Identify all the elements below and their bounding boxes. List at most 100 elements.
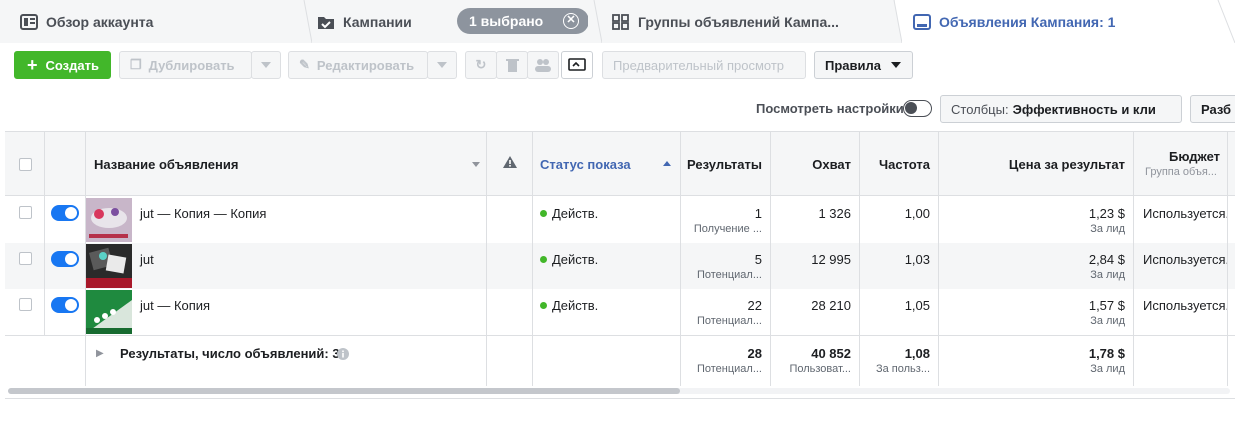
ad-thumbnail (85, 244, 132, 288)
row-checkbox[interactable] (19, 298, 32, 311)
columns-value: Эффективность и кли (1012, 101, 1156, 117)
ad-name[interactable]: jut — Копия (140, 298, 210, 313)
chevron-down-icon (261, 62, 271, 68)
table-row[interactable]: jut — Копия — Копия Действ. 1 Получение … (5, 197, 1235, 243)
divider (5, 398, 1235, 399)
expand-arrow-icon[interactable]: ▶ (96, 348, 104, 359)
results-type: Получение ... (693, 223, 762, 235)
delivery-toggle[interactable] (51, 205, 79, 221)
header-cost-per-result[interactable]: Цена за результат (939, 157, 1125, 172)
cost-value: 1,57 $ (1088, 298, 1125, 313)
people-icon (535, 59, 551, 72)
select-all-checkbox[interactable] (19, 158, 32, 171)
results-type: Потенциал... (696, 315, 762, 327)
reach-value: 28 210 (811, 298, 851, 313)
tab-label: Группы объявлений Кампа... (638, 13, 839, 30)
header-budget[interactable]: Бюджет (1134, 149, 1220, 164)
tab-divider (588, 0, 602, 43)
status-text: Действ. (552, 206, 599, 221)
ad-thumbnail (85, 198, 132, 242)
ad-icon (913, 13, 931, 30)
reach-value: 12 995 (811, 252, 851, 267)
refresh-icon: ↻ (475, 57, 487, 72)
delivery-toggle[interactable] (51, 297, 79, 313)
column-divider (1227, 132, 1228, 386)
chevron-down-icon (891, 62, 901, 68)
duplicate-dropdown-button[interactable] (251, 51, 281, 79)
header-frequency[interactable]: Частота (860, 157, 930, 172)
tab-divider (1208, 0, 1235, 43)
delivery-status: Действ. (540, 298, 598, 313)
ads-table: Название объявления Статус показа Резуль… (5, 131, 1235, 386)
audience-button[interactable] (527, 51, 559, 79)
sort-arrow-icon[interactable] (663, 161, 671, 166)
cost-value: 1,23 $ (1088, 206, 1125, 221)
row-checkbox[interactable] (19, 252, 32, 265)
tab-label: Кампании (343, 13, 412, 30)
ab-test-button[interactable] (561, 51, 593, 79)
tab-label: Обзор аккаунта (46, 13, 154, 30)
tab-ad-sets[interactable]: Группы объявлений Кампа... (595, 0, 895, 43)
dashboard-icon (20, 13, 38, 30)
breakdown-button[interactable]: Разб (1190, 95, 1235, 123)
tab-divider (888, 0, 902, 43)
column-divider (680, 132, 681, 386)
delivery-toggle[interactable] (51, 251, 79, 267)
view-settings-toggle[interactable] (903, 100, 932, 117)
row-checkbox[interactable] (19, 206, 32, 219)
rules-button[interactable]: Правила (814, 51, 913, 79)
delete-button[interactable] (496, 51, 528, 79)
preview-button[interactable]: Предварительный просмотр (602, 51, 806, 79)
scrollbar-thumb[interactable] (8, 388, 680, 394)
results-type: Потенциал... (696, 269, 762, 281)
duplicate-button[interactable]: ❐ Дублировать (119, 51, 252, 79)
sort-arrow-icon[interactable] (472, 162, 480, 167)
frequency-value: 1,00 (904, 206, 930, 221)
summary-row: ▶ Результаты, число объявлений: 3 28 Пот… (5, 335, 1235, 386)
cost-unit: За лид (1090, 223, 1125, 235)
budget-value: Используется... (1143, 298, 1229, 313)
ad-name[interactable]: jut — Копия — Копия (140, 206, 266, 221)
results-value: 1 (754, 206, 762, 221)
tab-ads[interactable]: Объявления Кампания: 1 (895, 0, 1235, 43)
columns-prefix: Столбцы: (951, 101, 1009, 117)
edit-dropdown-button[interactable] (427, 51, 457, 79)
edit-button[interactable]: ✎ Редактировать (288, 51, 428, 79)
total-results-type: Потенциал... (696, 363, 762, 375)
status-dot (540, 302, 547, 309)
selected-pill[interactable]: 1 выбрано ✕ (457, 8, 589, 34)
tab-account-overview[interactable]: Обзор аккаунта (0, 0, 305, 43)
table-row[interactable]: jut Действ. 5 Потенциал... 12 995 1,03 2… (5, 243, 1235, 289)
total-frequency: 1,08 (904, 346, 930, 361)
info-icon[interactable] (337, 348, 349, 360)
create-label: Создать (45, 57, 99, 73)
budget-value: Используется... (1143, 252, 1229, 267)
edit-label: Редактировать (316, 57, 415, 73)
clear-selection-icon[interactable]: ✕ (563, 13, 579, 29)
column-divider (859, 132, 860, 386)
cost-value: 2,84 $ (1088, 252, 1125, 267)
results-value: 22 (747, 298, 762, 313)
total-frequency-type: За польз... (875, 363, 930, 375)
columns-button[interactable]: Столбцы: Эффективность и кли (940, 95, 1182, 123)
table-row[interactable]: jut — Копия Действ. 22 Потенциал... 28 2… (5, 289, 1235, 335)
preview-label: Предварительный просмотр (613, 57, 785, 73)
summary-label: Результаты, число объявлений: 3 (120, 346, 340, 361)
header-reach[interactable]: Охват (771, 157, 851, 172)
total-cost: 1,78 $ (1088, 346, 1125, 361)
budget-value: Используется... (1143, 206, 1229, 221)
create-button[interactable]: + Создать (14, 51, 111, 79)
header-budget-sub: Группа объя... (1145, 166, 1217, 178)
frequency-value: 1,03 (904, 252, 930, 267)
ad-thumbnail (85, 290, 132, 334)
header-name[interactable]: Название объявления (94, 157, 238, 172)
header-results[interactable]: Результаты (681, 157, 762, 172)
column-divider (85, 132, 86, 386)
refresh-button[interactable]: ↻ (465, 51, 497, 79)
level-tabs: Обзор аккаунта Кампании 1 выбрано ✕ Груп… (0, 0, 1235, 43)
ad-name[interactable]: jut (140, 252, 154, 267)
results-value: 5 (754, 252, 762, 267)
column-divider (938, 132, 939, 386)
tab-label: Объявления Кампания: 1 (939, 13, 1116, 30)
header-status[interactable]: Статус показа (540, 157, 631, 172)
